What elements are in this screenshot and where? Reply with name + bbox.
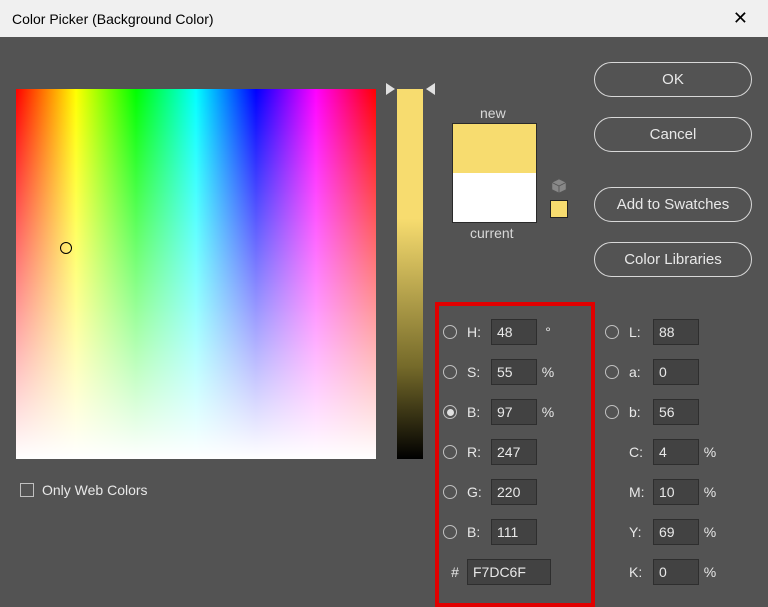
- field-k-row: K: %: [605, 552, 719, 592]
- input-r[interactable]: [491, 439, 537, 465]
- label-s: S:: [467, 364, 491, 380]
- field-s-row: S: %: [443, 352, 557, 392]
- label-r: R:: [467, 444, 491, 460]
- swatch-compare: new current: [450, 105, 570, 241]
- color-field[interactable]: [16, 89, 376, 459]
- radio-b-lab[interactable]: [605, 405, 619, 419]
- only-web-colors-row: Only Web Colors: [20, 482, 148, 498]
- unit-bv: %: [539, 404, 557, 420]
- radio-r[interactable]: [443, 445, 457, 459]
- only-web-colors-checkbox[interactable]: [20, 483, 34, 497]
- unit-k: %: [701, 564, 719, 580]
- unit-c: %: [701, 444, 719, 460]
- label-bc: B:: [467, 524, 491, 540]
- unit-y: %: [701, 524, 719, 540]
- input-a[interactable]: [653, 359, 699, 385]
- label-k: K:: [629, 564, 653, 580]
- input-bv[interactable]: [491, 399, 537, 425]
- slider-marker-right-icon[interactable]: [426, 83, 435, 95]
- field-m-row: M: %: [605, 472, 719, 512]
- radio-g[interactable]: [443, 485, 457, 499]
- label-y: Y:: [629, 524, 653, 540]
- input-bc[interactable]: [491, 519, 537, 545]
- input-hex[interactable]: [467, 559, 551, 585]
- color-libraries-button[interactable]: Color Libraries: [594, 242, 752, 277]
- lab-cmyk-group: L: a: b: C: % M: %: [605, 312, 719, 592]
- hsb-rgb-hex-group: H: ° S: % B: % R: G:: [443, 312, 557, 592]
- input-b-lab[interactable]: [653, 399, 699, 425]
- radio-l[interactable]: [605, 325, 619, 339]
- swatch-box: [452, 123, 537, 223]
- radio-h[interactable]: [443, 325, 457, 339]
- label-h: H:: [467, 324, 491, 340]
- label-m: M:: [629, 484, 653, 500]
- field-a-row: a:: [605, 352, 719, 392]
- dialog-content: new current OK Cancel Add to Swatches Co…: [0, 37, 768, 576]
- unit-m: %: [701, 484, 719, 500]
- swatch-new-color[interactable]: [453, 124, 536, 173]
- unit-h: °: [539, 324, 557, 340]
- field-c-row: C: %: [605, 432, 719, 472]
- input-s[interactable]: [491, 359, 537, 385]
- title-bar: Color Picker (Background Color) ✕: [0, 0, 768, 37]
- field-b-lab-row: b:: [605, 392, 719, 432]
- radio-b-brightness[interactable]: [443, 405, 457, 419]
- field-h-row: H: °: [443, 312, 557, 352]
- swatch-current-color[interactable]: [453, 173, 536, 222]
- brightness-slider[interactable]: [397, 89, 423, 459]
- radio-b-blue[interactable]: [443, 525, 457, 539]
- label-bv: B:: [467, 404, 491, 420]
- only-web-colors-label[interactable]: Only Web Colors: [42, 482, 148, 498]
- gamut-cube-icon[interactable]: [550, 177, 568, 195]
- cancel-button[interactable]: Cancel: [594, 117, 752, 152]
- hex-prefix: #: [443, 564, 467, 580]
- input-g[interactable]: [491, 479, 537, 505]
- field-bc-row: B:: [443, 512, 557, 552]
- label-l: L:: [629, 324, 653, 340]
- unit-s: %: [539, 364, 557, 380]
- close-icon[interactable]: ✕: [725, 8, 756, 29]
- input-l[interactable]: [653, 319, 699, 345]
- field-g-row: G:: [443, 472, 557, 512]
- label-b-lab: b:: [629, 404, 653, 420]
- window-title: Color Picker (Background Color): [12, 11, 214, 27]
- radio-s[interactable]: [443, 365, 457, 379]
- swatch-current-label: current: [450, 225, 570, 241]
- input-y[interactable]: [653, 519, 699, 545]
- input-m[interactable]: [653, 479, 699, 505]
- ok-button[interactable]: OK: [594, 62, 752, 97]
- gamut-nearest-swatch[interactable]: [550, 200, 568, 218]
- label-g: G:: [467, 484, 491, 500]
- label-c: C:: [629, 444, 653, 460]
- field-r-row: R:: [443, 432, 557, 472]
- slider-marker-left-icon[interactable]: [386, 83, 395, 95]
- color-field-marker[interactable]: [60, 242, 72, 254]
- label-a: a:: [629, 364, 653, 380]
- input-k[interactable]: [653, 559, 699, 585]
- field-y-row: Y: %: [605, 512, 719, 552]
- input-h[interactable]: [491, 319, 537, 345]
- radio-a[interactable]: [605, 365, 619, 379]
- field-hex-row: #: [443, 552, 557, 592]
- swatch-new-label: new: [450, 105, 570, 121]
- field-l-row: L:: [605, 312, 719, 352]
- field-bv-row: B: %: [443, 392, 557, 432]
- input-c[interactable]: [653, 439, 699, 465]
- add-to-swatches-button[interactable]: Add to Swatches: [594, 187, 752, 222]
